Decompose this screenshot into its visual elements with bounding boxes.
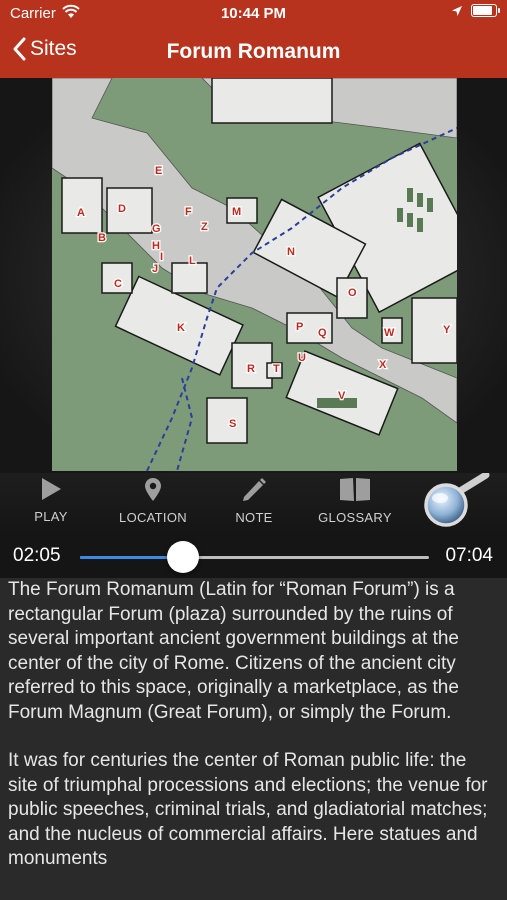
map-label-n[interactable]: N — [286, 245, 297, 260]
glossary-label: GLOSSARY — [318, 510, 392, 525]
book-icon — [340, 478, 370, 501]
progress-slider[interactable] — [80, 541, 429, 573]
play-button[interactable]: PLAY — [26, 477, 76, 524]
map-label-e[interactable]: E — [154, 164, 164, 179]
map-label-b[interactable]: B — [97, 231, 108, 246]
forum-map[interactable]: AB C D E FZ M GHIJ L N O K PQ W Y X U RT V S — [52, 78, 457, 471]
battery-icon — [471, 4, 500, 17]
map-label-q[interactable]: Q — [317, 326, 329, 341]
current-time: 02:05 — [13, 545, 61, 566]
map-label-r[interactable]: R — [246, 362, 257, 377]
map-label-h[interactable]: H — [151, 239, 162, 254]
location-pin-icon — [145, 478, 161, 501]
play-icon — [42, 478, 61, 500]
location-label: LOCATION — [119, 510, 187, 525]
map-label-d[interactable]: D — [117, 202, 128, 217]
description-paragraph: It was for centuries the center of Roman… — [8, 750, 488, 869]
description-paragraph: The Forum Romanum (Latin for “Roman Foru… — [8, 579, 459, 723]
navigation-bar: Sites Forum Romanum — [0, 28, 507, 78]
audio-player: 02:05 07:04 — [0, 533, 507, 578]
map-label-g[interactable]: G — [151, 222, 162, 237]
location-arrow-icon — [452, 5, 462, 16]
map-label-l[interactable]: L — [188, 254, 198, 269]
status-time: 10:44 PM — [220, 5, 287, 22]
map-label-z[interactable]: Z — [200, 220, 210, 235]
map-label-v[interactable]: V — [337, 389, 348, 404]
note-button[interactable]: NOTE — [225, 477, 283, 525]
map-label-p[interactable]: P — [295, 320, 305, 335]
map-label-k[interactable]: K — [176, 321, 187, 336]
map-label-x[interactable]: X — [378, 358, 389, 373]
description-text: The Forum Romanum (Latin for “Roman Foru… — [0, 578, 507, 900]
map-label-j[interactable]: J — [151, 262, 160, 277]
location-button[interactable]: LOCATION — [113, 477, 193, 525]
slider-thumb[interactable] — [166, 541, 199, 573]
map-label-i[interactable]: I — [159, 250, 165, 265]
pencil-icon — [243, 478, 266, 501]
map-label-w[interactable]: W — [383, 326, 397, 341]
map-area: AB C D E FZ M GHIJ L N O K PQ W Y X U RT V S — [0, 78, 507, 473]
status-bar: Carrier 10:44 PM — [0, 0, 507, 28]
map-label-y[interactable]: Y — [442, 323, 453, 338]
map-label-m[interactable]: M — [231, 205, 243, 220]
map-label-o[interactable]: O — [347, 286, 359, 301]
page-title: Forum Romanum — [166, 40, 341, 63]
play-label: PLAY — [34, 509, 68, 524]
note-label: NOTE — [235, 510, 273, 525]
map-label-f[interactable]: F — [184, 205, 194, 220]
forum-map-drawing: AB C D E FZ M GHIJ L N O K P Q W Y X U R T V S — [52, 78, 457, 471]
map-label-c[interactable]: C — [113, 277, 124, 292]
map-label-a[interactable]: A — [76, 206, 87, 221]
map-label-s[interactable]: S — [228, 417, 238, 432]
map-label-u[interactable]: U — [297, 351, 308, 366]
map-label-t[interactable]: T — [272, 362, 282, 377]
magnifier-button[interactable] — [420, 471, 492, 533]
magnifier-icon — [424, 471, 490, 527]
glossary-button[interactable]: GLOSSARY — [314, 477, 396, 525]
duration: 07:04 — [445, 545, 493, 566]
